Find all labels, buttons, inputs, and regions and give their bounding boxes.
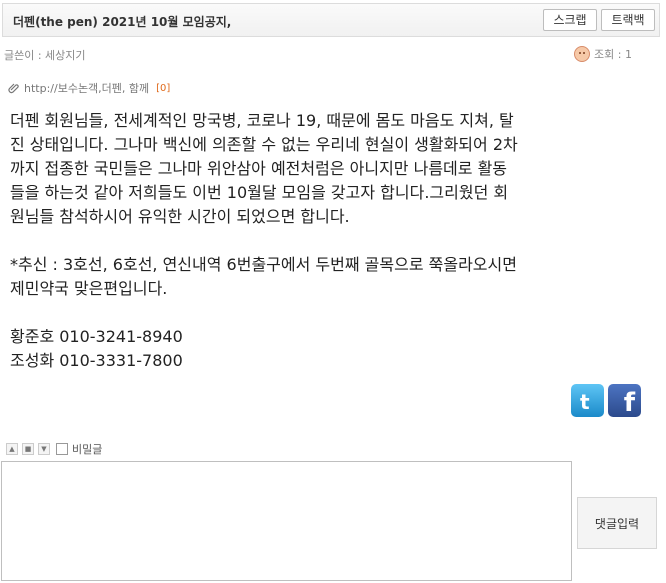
post-title: 더펜(the pen) 2021년 10월 모임공지, [13,15,232,29]
svg-text:t: t [580,390,590,414]
comment-toolbar: ▲ ■ ▼ 비밀글 [6,441,102,457]
view-count: 조회 : 1 [574,46,632,62]
comment-submit-button[interactable]: 댓글입력 [577,497,657,549]
link-count: [0] [156,82,171,94]
view-count-text: 조회 : 1 [594,48,632,61]
paperclip-icon [8,83,19,94]
facebook-icon: f [623,388,635,418]
square-icon[interactable]: ■ [22,443,34,455]
post-author: 글쓴이 : 세상지기 [4,49,86,62]
link-text[interactable]: http://보수논객,더펜, 함께 [24,80,149,96]
secret-checkbox[interactable] [56,443,68,455]
twitter-share-button[interactable]: t [571,384,604,417]
related-link[interactable]: http://보수논객,더펜, 함께 [0] [8,80,170,96]
post-header: 더펜(the pen) 2021년 10월 모임공지, 스크랩 트랙백 [2,3,660,37]
twitter-icon: t [580,390,590,414]
arrow-up-icon[interactable]: ▲ [6,443,18,455]
body-paragraph: 더펜 회원님들, 전세계적인 망국병, 코로나 19, 때문에 몸도 마음도 지… [10,111,518,226]
comment-input-box[interactable] [1,461,572,581]
arrow-down-icon[interactable]: ▼ [38,443,50,455]
comment-textarea[interactable] [2,462,571,580]
trackback-button[interactable]: 트랙백 [601,9,655,31]
scrap-button[interactable]: 스크랩 [543,9,597,31]
body-paragraph: 황준호 010-3241-8940 조성화 010-3331-7800 [10,327,183,370]
body-paragraph: *추신 : 3호선, 6호선, 연신내역 6번출구에서 두번째 골목으로 쭉올라… [10,255,517,298]
smiley-icon [574,46,591,62]
post-body: 더펜 회원님들, 전세계적인 망국병, 코로나 19, 때문에 몸도 마음도 지… [10,109,650,373]
facebook-share-button[interactable]: f [608,384,641,418]
secret-label: 비밀글 [72,443,103,456]
